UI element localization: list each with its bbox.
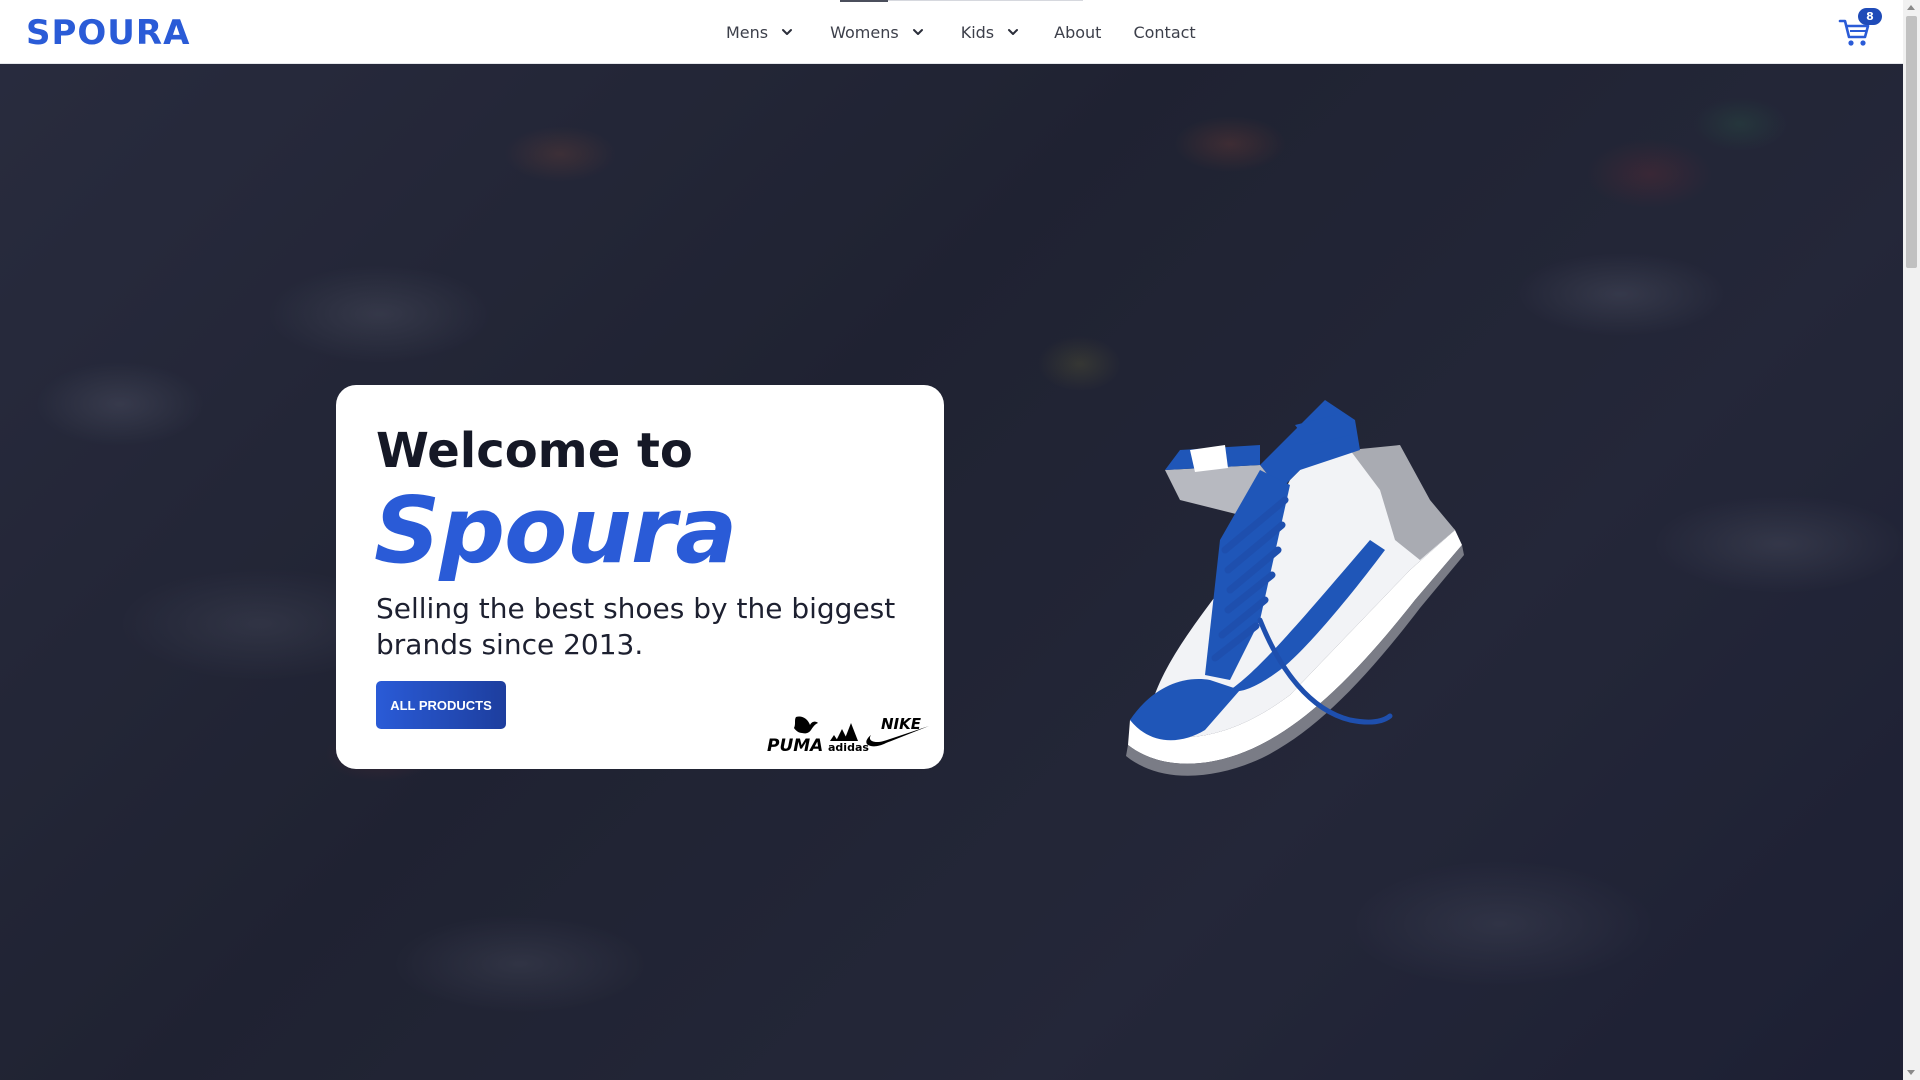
main-nav: Mens Womens Kids About Contact — [726, 0, 1196, 64]
brand-logos: PUMA adidas NIKE — [767, 715, 929, 753]
nav-item-kids[interactable]: Kids — [961, 0, 1020, 64]
hero-tagline: Selling the best shoes by the biggest br… — [376, 592, 896, 661]
scroll-down-icon[interactable] — [1907, 1070, 1915, 1075]
welcome-heading: Welcome to — [376, 423, 693, 479]
hero-background-overlay — [0, 64, 1903, 1080]
chevron-down-icon — [1008, 29, 1019, 35]
adidas-wordmark: adidas — [828, 741, 869, 753]
nav-item-about[interactable]: About — [1054, 0, 1101, 64]
site-header: SPOURA Mens Womens Kids About Contact 8 — [0, 0, 1903, 64]
adidas-logo: adidas — [828, 723, 869, 753]
scrollbar-thumb[interactable] — [1906, 16, 1917, 268]
scroll-up-icon[interactable] — [1907, 5, 1915, 10]
page: SPOURA Mens Womens Kids About Contact 8 … — [0, 0, 1920, 1080]
nav-item-contact[interactable]: Contact — [1133, 0, 1195, 64]
puma-wordmark: PUMA — [767, 736, 823, 753]
welcome-card: Welcome to Spoura Selling the best shoes… — [336, 385, 944, 769]
chevron-down-icon — [912, 29, 923, 35]
cart-count-badge: 8 — [1858, 8, 1882, 25]
puma-logo: PUMA — [767, 716, 823, 753]
site-logo[interactable]: SPOURA — [26, 13, 190, 53]
nav-item-womens[interactable]: Womens — [830, 0, 925, 64]
nav-item-mens[interactable]: Mens — [726, 0, 794, 64]
brand-heading: Spoura — [374, 477, 737, 584]
nav-label-kids: Kids — [960, 22, 995, 42]
chevron-down-icon — [782, 29, 793, 35]
nike-logo: NIKE — [866, 715, 929, 747]
sneaker-image — [1126, 400, 1464, 776]
hero-section — [0, 64, 1903, 1080]
nav-label-womens: Womens — [830, 22, 899, 42]
nav-label-about: About — [1054, 22, 1102, 42]
nav-label-mens: Mens — [726, 22, 769, 42]
all-products-button[interactable]: ALL PRODUCTS — [376, 681, 506, 729]
nike-wordmark: NIKE — [881, 715, 922, 733]
page-scrollbar[interactable] — [1903, 0, 1920, 1080]
nav-label-contact: Contact — [1133, 22, 1196, 42]
